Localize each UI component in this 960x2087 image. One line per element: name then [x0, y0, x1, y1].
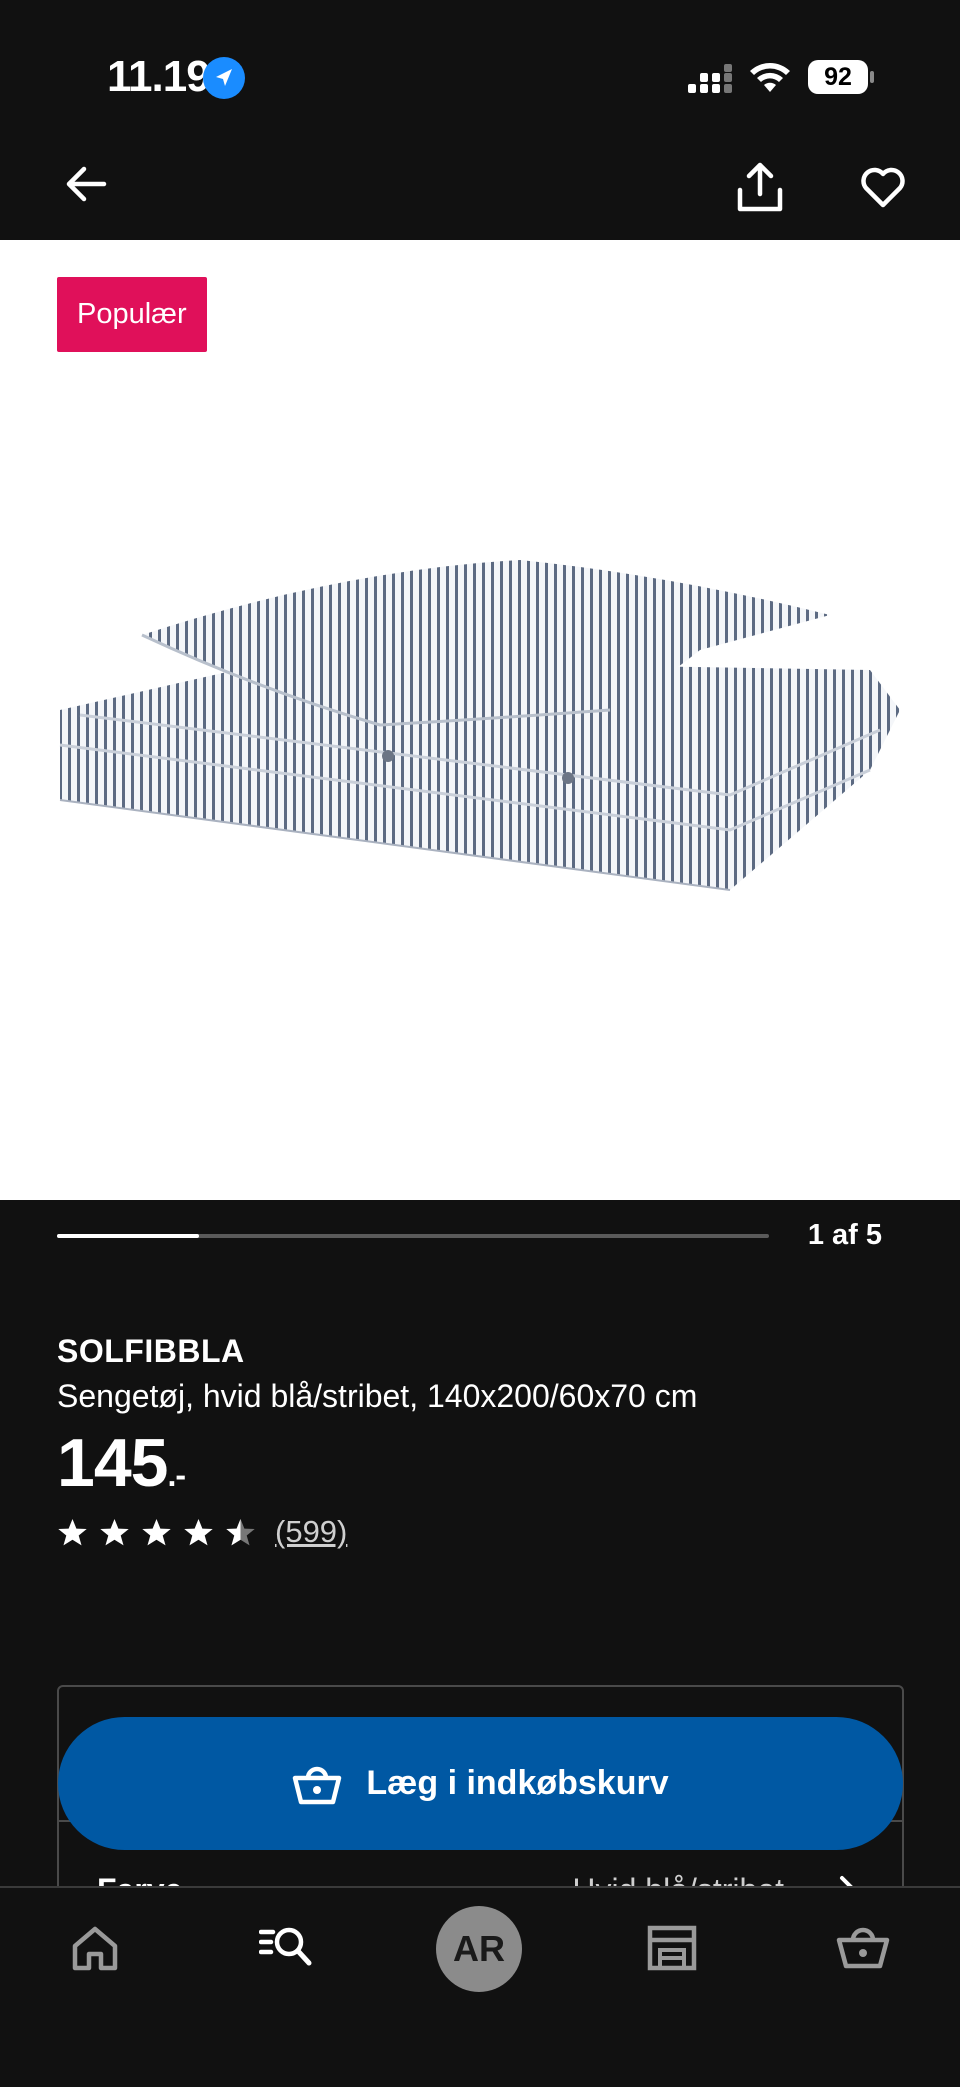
- back-arrow-icon[interactable]: [62, 160, 110, 208]
- carousel-progress-fill: [57, 1234, 200, 1238]
- store-icon[interactable]: [644, 1920, 700, 1976]
- price-suffix: .-: [167, 1457, 186, 1493]
- location-arrow-icon: [203, 57, 245, 99]
- popular-badge: Populær: [57, 277, 207, 352]
- battery-level: 92: [808, 60, 868, 94]
- star-icon: [142, 1518, 171, 1545]
- wifi-icon: [748, 58, 792, 99]
- share-icon[interactable]: [732, 160, 788, 216]
- star-icon: [100, 1518, 129, 1545]
- ar-button[interactable]: AR: [436, 1906, 522, 1992]
- shopping-basket-icon: [293, 1766, 342, 1804]
- status-time: 11.19: [107, 52, 211, 101]
- status-bar: 11.19 92: [0, 0, 960, 212]
- review-count-link[interactable]: (599): [275, 1514, 347, 1550]
- carousel-progress-bar: [57, 1234, 769, 1238]
- product-name: SOLFIBBLA: [57, 1333, 245, 1369]
- add-to-cart-label: Læg i indkøbskurv: [366, 1764, 669, 1802]
- price-value: 145: [57, 1425, 168, 1501]
- bottom-tab-bar: AR: [0, 1886, 960, 2087]
- product-price: 145.-: [57, 1424, 186, 1502]
- search-list-icon[interactable]: [259, 1920, 315, 1976]
- favorite-heart-icon[interactable]: [858, 162, 908, 212]
- add-to-cart-button[interactable]: Læg i indkøbskurv: [58, 1717, 903, 1850]
- half-star-icon: [226, 1518, 255, 1545]
- product-image-carousel[interactable]: Populær: [0, 240, 960, 1200]
- shopping-basket-icon[interactable]: [835, 1920, 891, 1976]
- product-rating[interactable]: (599): [57, 1512, 347, 1552]
- star-icon: [184, 1518, 213, 1545]
- carousel-page-indicator: 1 af 5: [807, 1219, 882, 1251]
- cellular-signal-icon: [686, 64, 736, 101]
- battery-icon: 92: [808, 60, 874, 94]
- star-icon: [58, 1518, 87, 1545]
- product-description: Sengetøj, hvid blå/stribet, 140x200/60x7…: [57, 1378, 698, 1414]
- product-image: [59, 560, 900, 891]
- home-icon[interactable]: [67, 1920, 123, 1976]
